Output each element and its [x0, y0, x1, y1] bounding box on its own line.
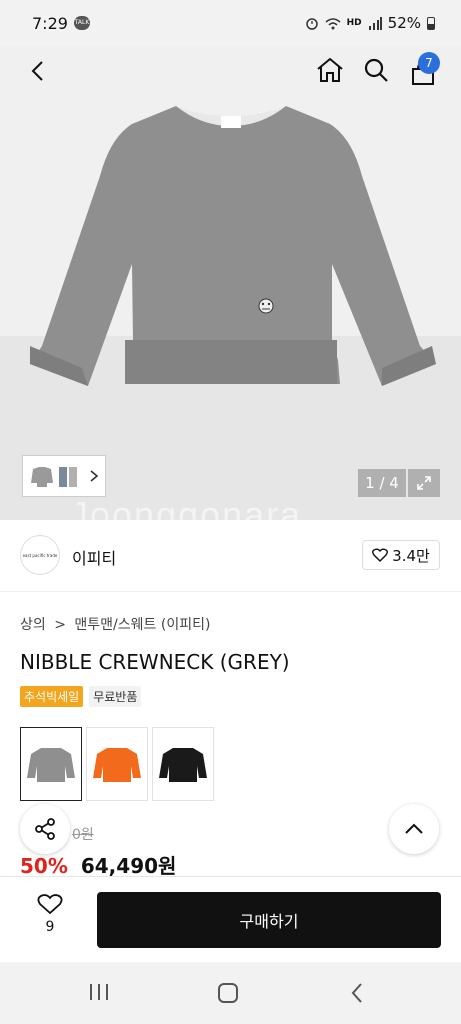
product-tags: 추석빅세일 무료반품 [20, 686, 142, 707]
back-button[interactable] [22, 56, 52, 86]
home-nav-icon[interactable] [217, 982, 239, 1004]
brand-row[interactable]: east pacific trade 이피티 3.4만 [0, 520, 461, 592]
thumbnail-image[interactable] [27, 461, 57, 491]
sale-price: 64,490원 [80, 854, 177, 878]
bottom-action-bar: 9 구매하기 [0, 876, 461, 962]
free-return-tag: 무료반품 [89, 686, 142, 707]
breadcrumb-subcategory[interactable]: 맨투맨/스웨트 (이피티) [74, 617, 210, 633]
price-row: 50% 64,490원 [20, 850, 176, 879]
color-swatch-orange[interactable] [86, 727, 148, 801]
cart-count-badge: 7 [418, 52, 440, 74]
heart-outline-icon [372, 548, 389, 562]
share-icon [35, 818, 55, 840]
brand-like-button[interactable]: 3.4만 [362, 540, 440, 570]
breadcrumb: 상의 > 맨투맨/스웨트 (이피티) [20, 614, 210, 634]
original-price: 0원 [72, 827, 94, 843]
expand-button[interactable] [408, 469, 440, 497]
wishlist-button[interactable]: 9 [22, 893, 78, 949]
color-options [20, 727, 214, 801]
top-navigation: 7 [0, 46, 461, 100]
grey-sweatshirt-thumbnail [27, 748, 75, 782]
scroll-to-top-button[interactable] [389, 804, 439, 854]
brand-like-count: 3.4만 [392, 546, 430, 565]
watermark: Joonggonara [70, 494, 303, 520]
wishlist-count: 9 [45, 919, 55, 935]
alarm-icon [305, 18, 318, 30]
sale-tag: 추석빅세일 [20, 686, 84, 707]
black-sweatshirt-thumbnail [159, 748, 207, 782]
network-label: HD [346, 17, 362, 28]
search-icon [364, 58, 388, 82]
status-bar: 7:29 TALK HD 52% [0, 0, 461, 46]
breadcrumb-separator: > [54, 617, 66, 633]
product-image[interactable] [0, 46, 461, 436]
buy-button[interactable]: 구매하기 [97, 892, 441, 948]
chevron-left-icon [31, 61, 43, 81]
breadcrumb-category[interactable]: 상의 [20, 617, 46, 633]
battery-percent: 52% [387, 14, 421, 32]
expand-icon [417, 476, 431, 490]
thumbnail-image-variants[interactable] [57, 461, 81, 491]
wifi-icon [325, 17, 341, 29]
battery-icon [427, 16, 435, 30]
brand-name[interactable]: 이피티 [72, 545, 116, 569]
chevron-right-icon[interactable] [87, 469, 101, 483]
back-nav-icon[interactable] [350, 982, 364, 1004]
status-indicators: HD 52% [305, 14, 435, 32]
recent-apps-icon[interactable] [88, 982, 110, 1002]
brand-logo[interactable]: east pacific trade [20, 535, 60, 575]
orange-sweatshirt-thumbnail [93, 748, 141, 782]
thumbnail-strip[interactable] [22, 455, 106, 497]
color-swatch-grey[interactable] [20, 727, 82, 801]
home-button[interactable] [314, 54, 346, 86]
image-page-indicator: 1 / 4 [358, 469, 406, 497]
search-button[interactable] [360, 54, 392, 86]
signal-icon [368, 16, 382, 30]
product-title: NIBBLE CREWNECK (GREY) [20, 650, 290, 674]
status-time: 7:29 [32, 14, 68, 33]
heart-outline-icon [37, 894, 63, 915]
chevron-up-icon [405, 823, 423, 834]
color-swatch-black[interactable] [152, 727, 214, 801]
home-icon [317, 57, 343, 82]
talk-notification-icon: TALK [74, 16, 90, 30]
share-button[interactable] [20, 804, 70, 854]
system-navigation-bar [0, 962, 461, 1024]
discount-rate: 50% [20, 854, 68, 878]
product-gallery[interactable]: 7 Joonggonara 1 / 4 [0, 46, 461, 520]
